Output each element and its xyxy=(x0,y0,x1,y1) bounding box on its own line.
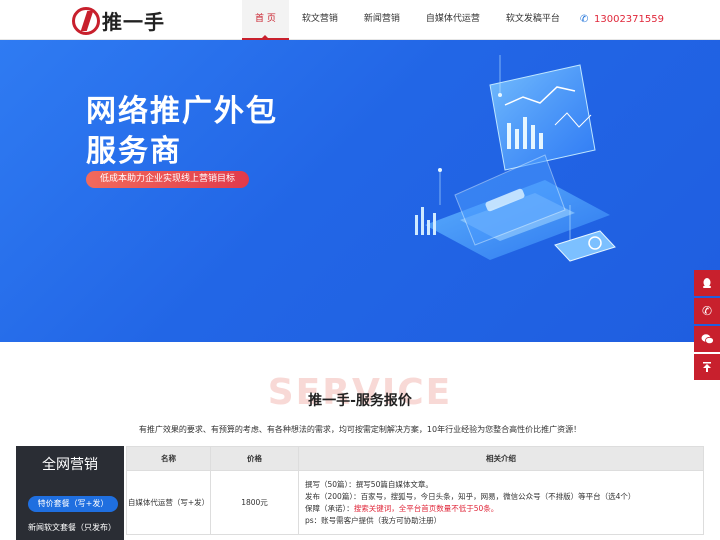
logo[interactable]: 推一手 xyxy=(72,6,165,35)
hero-banner[interactable]: 网络推广外包 服务商 低成本助力企业实现线上营销目标 xyxy=(0,40,720,342)
nav-item-soft-article[interactable]: 软文营销 xyxy=(289,0,351,40)
banner-title: 网络推广外包 服务商 xyxy=(86,92,278,172)
table-header-row: 名称 价格 相关介绍 xyxy=(126,446,704,471)
header-phone[interactable]: ✆ 13002371559 xyxy=(580,14,664,25)
category-panel: 全网营销 特价套餐（写+发） 新闻软文套餐（只发布） xyxy=(16,446,124,540)
banner-title-line2: 服务商 xyxy=(86,134,182,169)
service-title: 推一手-服务报价 xyxy=(308,393,412,409)
detail-line-guarantee: 保障（承诺）：搜索关键词，全平台首页数量不低于50条。 xyxy=(305,503,697,515)
price-table: 名称 价格 相关介绍 自媒体代运营（写+发） 1800元 撰写（50篇）：撰写5… xyxy=(126,446,704,535)
phone-number: 13002371559 xyxy=(594,14,664,25)
back-to-top-icon[interactable] xyxy=(694,354,720,380)
phone-icon: ✆ xyxy=(580,13,589,25)
guarantee-highlight: 搜索关键词，全平台首页数量不低于50条。 xyxy=(353,503,499,513)
service-description: 有推广效果的要求、有预算的考虑、有各种想法的需求，均可按需定制解决方案，10年行… xyxy=(138,425,582,434)
banner-subtitle: 低成本助力企业实现线上营销目标 xyxy=(86,171,250,188)
site-header: 推一手 首 页 软文营销 新闻营销 自媒体代运营 软文发稿平台 ✆ 130023… xyxy=(0,0,720,40)
category-title: 全网营销 xyxy=(42,457,98,473)
nav-item-home[interactable]: 首 页 xyxy=(242,0,289,40)
banner-title-line1: 网络推广外包 xyxy=(86,94,278,129)
nav-item-self-media[interactable]: 自媒体代运营 xyxy=(413,0,493,40)
detail-line: 发布（200篇）：百家号，搜狐号，今日头条，知乎，网易，微信公众号（不排版）等平… xyxy=(305,491,636,501)
qq-icon[interactable] xyxy=(694,270,720,296)
category-item-special[interactable]: 特价套餐（写+发） xyxy=(28,496,118,512)
detail-line: 撰写（50篇）：撰写50篇自媒体文章。 xyxy=(305,479,433,489)
category-item-news[interactable]: 新闻软文套餐（只发布） xyxy=(28,522,124,533)
table-row: 自媒体代运营（写+发） 1800元 撰写（50篇）：撰写50篇自媒体文章。 发布… xyxy=(126,470,704,535)
col-header-detail: 相关介绍 xyxy=(298,446,704,471)
phone-icon[interactable]: ✆ xyxy=(694,298,720,324)
laptop-illustration xyxy=(415,55,616,262)
wechat-icon[interactable] xyxy=(694,326,720,352)
logo-text: 推一手 xyxy=(102,10,165,34)
row-price: 1800元 xyxy=(210,470,299,535)
row-name: 自媒体代运营（写+发） xyxy=(126,470,211,535)
detail-line: ps：账号需客户提供（我方可协助注册） xyxy=(305,515,442,525)
main-nav: 首 页 软文营销 新闻营销 自媒体代运营 软文发稿平台 xyxy=(242,0,573,40)
logo-icon xyxy=(72,6,100,35)
col-header-price: 价格 xyxy=(210,446,299,471)
guarantee-label: 保障（承诺）： xyxy=(305,503,354,513)
nav-item-platform[interactable]: 软文发稿平台 xyxy=(493,0,573,40)
floating-contact-bar: ✆ xyxy=(694,270,720,382)
row-detail: 撰写（50篇）：撰写50篇自媒体文章。 发布（200篇）：百家号，搜狐号，今日头… xyxy=(298,470,704,535)
col-header-name: 名称 xyxy=(126,446,211,471)
nav-item-news[interactable]: 新闻营销 xyxy=(351,0,413,40)
